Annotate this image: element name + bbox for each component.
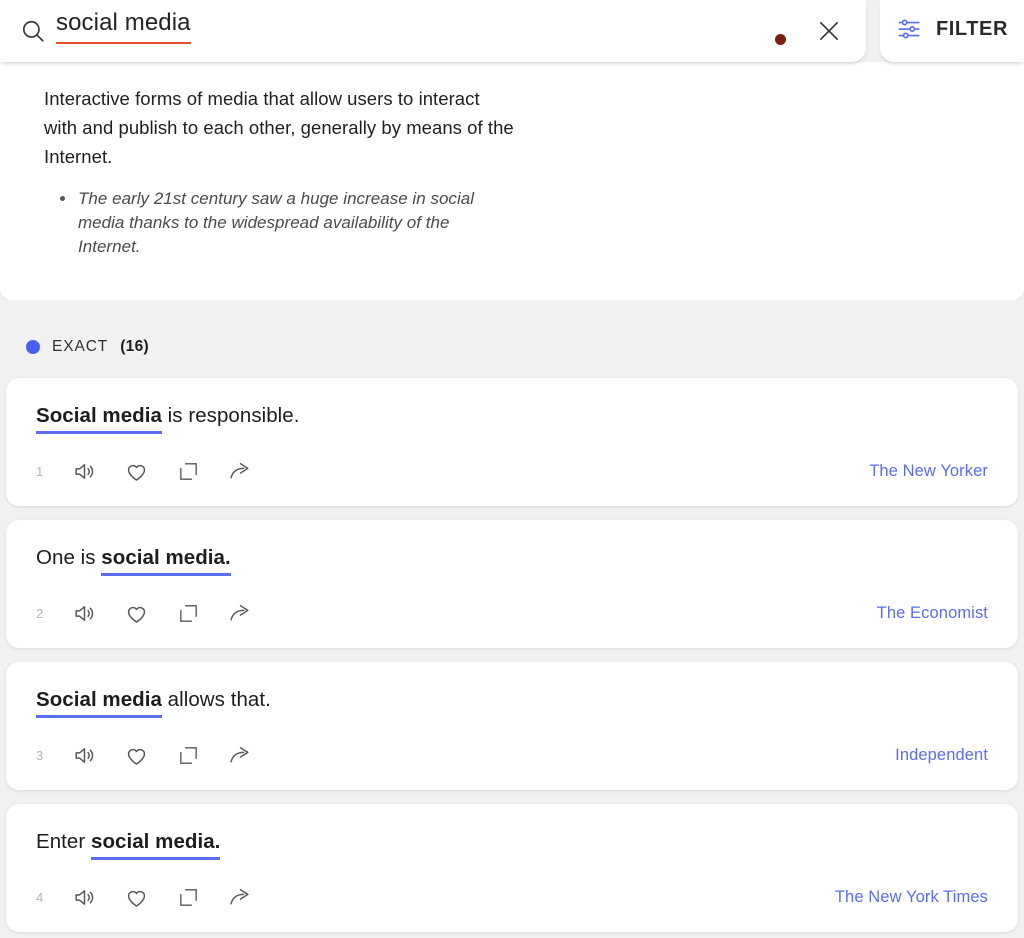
speaker-icon[interactable] [58,596,110,630]
result-card[interactable]: Enter social media. 4 [6,804,1018,932]
definition-text: Interactive forms of media that allow us… [44,84,514,171]
sliders-icon [896,16,922,42]
heart-icon[interactable] [110,738,162,772]
close-icon[interactable] [812,14,846,48]
source-link[interactable]: The New York Times [835,888,994,907]
sentence-suffix: allows that. [162,688,271,711]
exact-dot-icon [26,340,40,354]
result-number: 1 [36,464,58,479]
result-actions: 4 [36,880,266,914]
result-footer: 1 [36,454,994,488]
heart-icon[interactable] [110,454,162,488]
sentence-prefix: Enter [36,830,91,853]
share-icon[interactable] [214,454,266,488]
recording-status-dot [775,34,786,45]
filter-label: FILTER [936,18,1008,41]
heart-icon[interactable] [110,880,162,914]
exact-count: (16) [120,338,149,356]
result-actions: 1 [36,454,266,488]
sentence-highlight: Social media [36,404,162,434]
speaker-icon[interactable] [58,880,110,914]
search-icon[interactable] [10,18,56,44]
search-input[interactable]: social media [56,0,775,62]
sentence-highlight: social media. [91,830,220,860]
sentence-highlight: Social media [36,688,162,718]
result-footer: 2 [36,596,994,630]
source-link[interactable]: The Economist [877,604,994,623]
sentence-suffix: is responsible. [162,404,300,427]
expand-icon[interactable] [162,880,214,914]
result-footer: 3 [36,738,994,772]
exact-label: EXACT [52,338,108,356]
expand-icon[interactable] [162,738,214,772]
result-sentence: Social media allows that. [36,686,994,713]
exact-section-header: EXACT (16) [6,300,1018,378]
source-link[interactable]: Independent [895,746,994,765]
search-actions [775,14,850,48]
result-sentence: Social media is responsible. [36,402,994,429]
filter-button[interactable]: FILTER [880,0,1024,62]
heart-icon[interactable] [110,596,162,630]
result-actions: 3 [36,738,266,772]
result-card[interactable]: Social media is responsible. 1 [6,378,1018,506]
definition-examples: The early 21st century saw a huge increa… [44,187,984,259]
result-number: 4 [36,890,58,905]
result-number: 2 [36,606,58,621]
result-sentence: Enter social media. [36,828,994,855]
speaker-icon[interactable] [58,738,110,772]
search-panel: social media [0,0,866,62]
sentence-prefix: One is [36,546,101,569]
result-sentence: One is social media. [36,544,994,571]
sentence-highlight: social media. [101,546,230,576]
share-icon[interactable] [214,738,266,772]
result-card[interactable]: Social media allows that. 3 [6,662,1018,790]
share-icon[interactable] [214,596,266,630]
result-footer: 4 [36,880,994,914]
speaker-icon[interactable] [58,454,110,488]
search-bar: social media FILTER [0,0,1024,62]
source-link[interactable]: The New Yorker [869,462,994,481]
result-number: 3 [36,748,58,763]
result-actions: 2 [36,596,266,630]
share-icon[interactable] [214,880,266,914]
results-area: EXACT (16) Social media is responsible. … [0,300,1024,932]
example-sentence: The early 21st century saw a huge increa… [78,187,508,259]
definition-panel: Interactive forms of media that allow us… [0,62,1024,300]
expand-icon[interactable] [162,596,214,630]
expand-icon[interactable] [162,454,214,488]
search-query-text: social media [56,9,191,44]
result-card[interactable]: One is social media. 2 [6,520,1018,648]
